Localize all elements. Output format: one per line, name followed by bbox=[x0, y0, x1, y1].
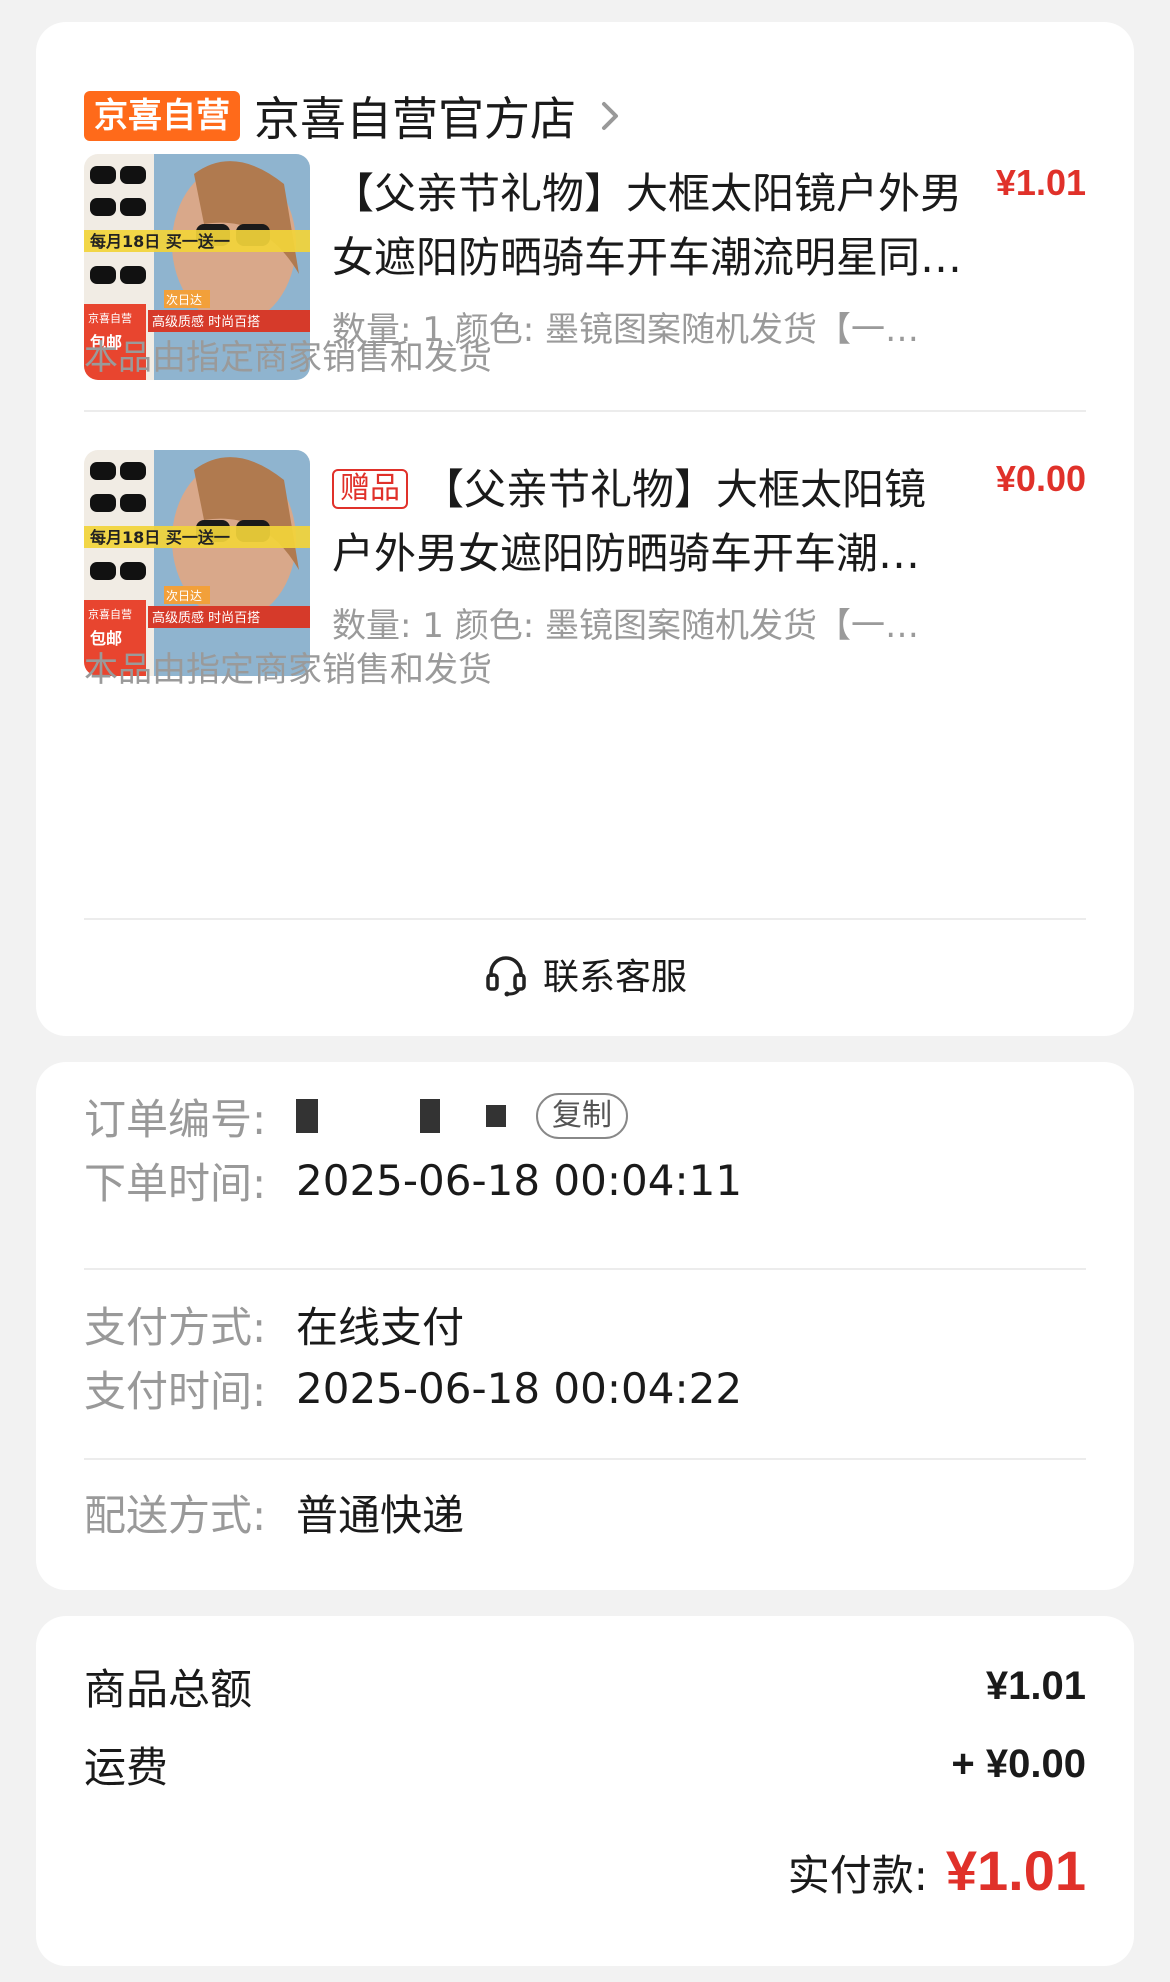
order-time-row: 下单时间: 2025-06-18 00:04:11 bbox=[84, 1150, 742, 1210]
self-operated-badge: 京喜自营 bbox=[84, 91, 240, 141]
goods-total-row: 商品总额 ¥1.01 bbox=[84, 1656, 1086, 1716]
divider bbox=[84, 918, 1086, 920]
paid-amount-row: 实付款: ¥1.01 bbox=[788, 1838, 1086, 1903]
chevron-right-icon bbox=[602, 102, 618, 130]
order-time-label: 下单时间: bbox=[84, 1158, 267, 1208]
delivery-method-value: 普通快递 bbox=[296, 1490, 465, 1540]
divider bbox=[84, 1458, 1086, 1460]
product-price: ¥1.01 bbox=[995, 162, 1086, 203]
thumb-promo-text: 每月18日 买一送一 bbox=[90, 528, 230, 547]
amount-card: 商品总额 ¥1.01 运费 + ¥0.00 实付款: ¥1.01 bbox=[36, 1616, 1134, 1966]
shipping-row: 运费 + ¥0.00 bbox=[84, 1734, 1086, 1794]
gift-tag: 赠品 bbox=[332, 469, 408, 509]
store-card: 京喜自营 京喜自营官方店 每月18日 买一送一 京喜自营 包邮 次日达 高级质感… bbox=[36, 22, 1134, 1036]
divider bbox=[84, 1268, 1086, 1270]
paid-label: 实付款: bbox=[787, 1851, 928, 1900]
thumb-tag-text: 高级质感 时尚百搭 bbox=[152, 314, 260, 330]
copy-button[interactable]: 复制 bbox=[536, 1093, 628, 1139]
contact-service-label: 联系客服 bbox=[542, 957, 687, 998]
seller-note: 本品由指定商家销售和发货 bbox=[84, 338, 492, 378]
thumb-tag-text: 次日达 bbox=[166, 293, 202, 307]
order-time-value: 2025-06-18 00:04:11 bbox=[296, 1155, 743, 1205]
product-title-text: 【父亲节礼物】大框太阳镜户外男女遮阳防晒骑车开车潮… bbox=[332, 465, 927, 578]
thumb-tag-text: 京喜自营 bbox=[88, 607, 132, 621]
order-number-row: 订单编号: 复制 bbox=[84, 1086, 628, 1146]
order-info-card: 订单编号: 复制 下单时间: 2025-06-18 00:04:11 支付方式:… bbox=[36, 1062, 1134, 1590]
divider bbox=[84, 410, 1086, 412]
thumb-tag-text: 高级质感 时尚百搭 bbox=[152, 610, 260, 626]
store-name[interactable]: 京喜自营官方店 bbox=[254, 83, 576, 149]
delivery-method-label: 配送方式: bbox=[84, 1490, 267, 1540]
payment-time-label: 支付时间: bbox=[84, 1366, 267, 1416]
order-number-label: 订单编号: bbox=[84, 1094, 267, 1144]
product-title[interactable]: 【父亲节礼物】大框太阳镜户外男女遮阳防晒骑车开车潮流明星同… bbox=[332, 162, 972, 290]
payment-method-label: 支付方式: bbox=[84, 1302, 267, 1352]
seller-note: 本品由指定商家销售和发货 bbox=[84, 650, 492, 690]
store-header[interactable]: 京喜自营 京喜自营官方店 bbox=[84, 70, 626, 162]
payment-method-row: 支付方式: 在线支付 bbox=[84, 1294, 464, 1354]
goods-total-label: 商品总额 bbox=[84, 1664, 253, 1714]
paid-value: ¥1.01 bbox=[945, 1839, 1086, 1902]
shipping-value: + ¥0.00 bbox=[951, 1741, 1086, 1786]
product-title-text: 【父亲节礼物】大框太阳镜户外男女遮阳防晒骑车开车潮流明星同… bbox=[332, 169, 963, 282]
product-title[interactable]: 赠品 【父亲节礼物】大框太阳镜户外男女遮阳防晒骑车开车潮… bbox=[332, 458, 952, 586]
product-price: ¥0.00 bbox=[995, 458, 1086, 499]
payment-time-row: 支付时间: 2025-06-18 00:04:22 bbox=[84, 1358, 742, 1418]
payment-time-value: 2025-06-18 00:04:22 bbox=[296, 1363, 743, 1413]
goods-total-value: ¥1.01 bbox=[985, 1663, 1086, 1708]
delivery-method-row: 配送方式: 普通快递 bbox=[84, 1482, 464, 1542]
order-number-masked bbox=[296, 1099, 512, 1133]
contact-service-button[interactable]: 联系客服 bbox=[36, 942, 1134, 1006]
payment-method-value: 在线支付 bbox=[296, 1302, 465, 1352]
product-spec: 数量: 1 颜色: 墨镜图案随机发货【一… bbox=[332, 606, 919, 646]
thumb-promo-text: 每月18日 买一送一 bbox=[90, 232, 230, 251]
headset-icon bbox=[486, 956, 526, 997]
thumb-tag-text: 京喜自营 bbox=[88, 311, 132, 325]
thumb-tag-text: 次日达 bbox=[166, 589, 202, 603]
shipping-label: 运费 bbox=[84, 1742, 169, 1792]
